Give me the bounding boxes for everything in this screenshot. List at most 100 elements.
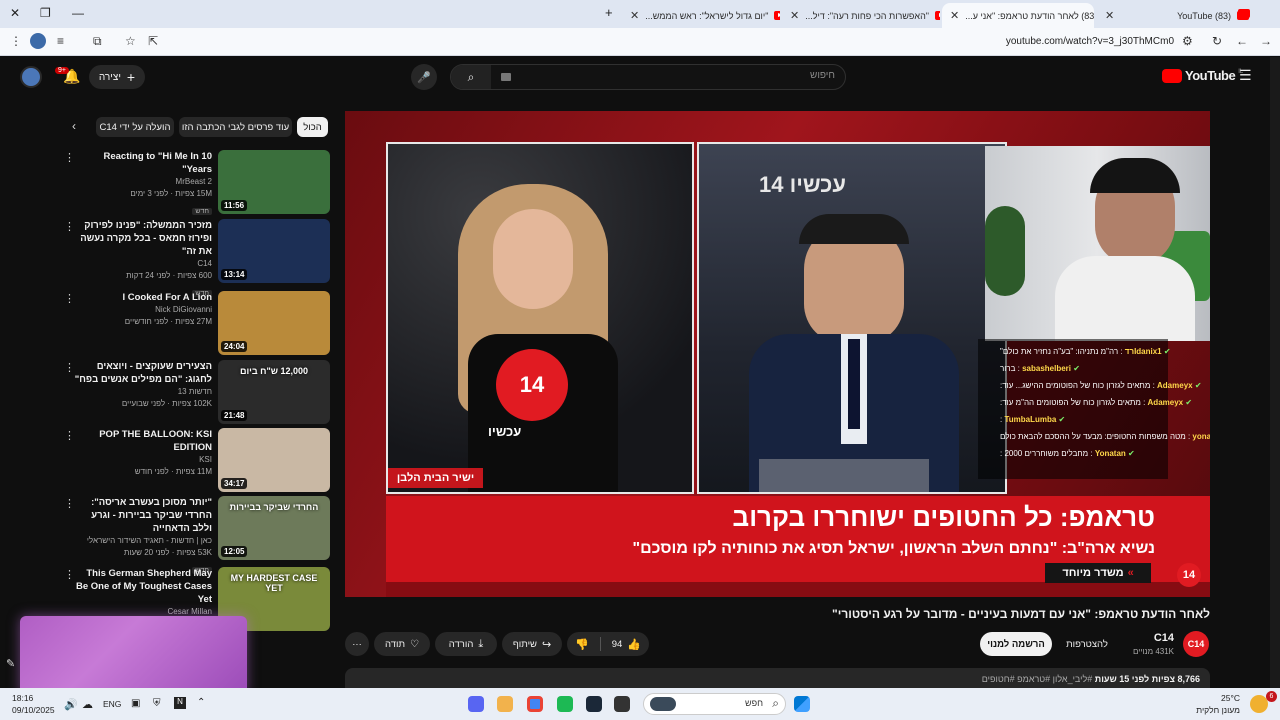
close-tab-icon[interactable]: ✕ bbox=[790, 9, 799, 22]
network-icon[interactable]: ☁ bbox=[82, 698, 93, 711]
recommendation-item[interactable]: ⋮ 11:56 Reacting to "Hi Me In 10 Years" MrB… bbox=[60, 150, 330, 215]
chip-related[interactable]: עוד פרסים לגבי הכתבה הזו bbox=[179, 117, 292, 137]
close-tab-icon[interactable]: ✕ bbox=[950, 9, 959, 22]
clock-time[interactable]: 18:16 bbox=[12, 693, 33, 703]
recommendation-title[interactable]: Reacting to "Hi Me In 10 Years" bbox=[74, 150, 213, 176]
video-thumbnail[interactable]: 34:17 bbox=[218, 428, 330, 492]
more-options-icon[interactable]: ⋮ bbox=[64, 429, 75, 442]
dislike-icon[interactable]: 👎 bbox=[575, 638, 589, 651]
recommendation-channel[interactable]: KSI bbox=[74, 454, 212, 466]
join-button[interactable]: להצטרפות bbox=[1057, 632, 1117, 656]
clock-date[interactable]: 09/10/2025 bbox=[12, 705, 55, 715]
account-avatar[interactable] bbox=[20, 66, 42, 88]
chip-all[interactable]: הכול bbox=[297, 117, 328, 137]
close-window-icon[interactable]: ✕ bbox=[10, 6, 20, 20]
video-thumbnail[interactable]: 24:04 bbox=[218, 291, 330, 355]
taskbar-search-input[interactable]: חפש bbox=[745, 698, 763, 708]
subscribe-button[interactable]: הרשמה למנוי bbox=[980, 632, 1052, 656]
chrome-app-icon[interactable] bbox=[527, 696, 543, 712]
weather-temperature[interactable]: 25°C bbox=[1221, 693, 1240, 703]
more-options-icon[interactable]: ⋮ bbox=[64, 220, 75, 233]
guide-menu-icon[interactable]: ☰ bbox=[1239, 67, 1252, 84]
forward-icon[interactable]: → bbox=[1260, 34, 1272, 48]
search-input[interactable]: חיפוש bbox=[810, 70, 835, 81]
discord-app-icon[interactable] bbox=[468, 696, 484, 712]
onenote-tray-icon[interactable]: N bbox=[174, 697, 186, 709]
recommendation-title[interactable]: POP THE BALLOON: KSI EDITION bbox=[74, 428, 212, 454]
terminal-app-icon[interactable] bbox=[614, 696, 630, 712]
channel-avatar[interactable]: C14 bbox=[1183, 631, 1209, 657]
reload-icon[interactable]: ↻ bbox=[1212, 34, 1222, 48]
tab-video-2[interactable]: "האפשרות הכי פחות רעה": דיל... ✕ bbox=[782, 3, 940, 28]
url-field[interactable]: youtube.com/watch?v=3_j30ThMCm0 bbox=[1006, 36, 1174, 47]
recommendation-item[interactable]: ⋮ 24:04 I Cooked For A Lion Nick DiGiovanni… bbox=[60, 291, 330, 355]
chips-scroll-left-icon[interactable]: ‹ bbox=[72, 119, 76, 133]
recommendation-title[interactable]: This German Shepherd May Be One of My To… bbox=[74, 567, 212, 606]
chip-from-channel[interactable]: הועלה על ידי C14 bbox=[96, 117, 174, 137]
language-indicator[interactable]: ENG bbox=[103, 699, 121, 709]
download-button[interactable]: ⤓ הורדה bbox=[435, 632, 497, 656]
recommendation-title[interactable]: I Cooked For A Lion bbox=[74, 291, 212, 304]
create-button[interactable]: יצירה + bbox=[89, 65, 145, 89]
video-thumbnail[interactable]: 11:56 bbox=[218, 150, 330, 214]
volume-icon[interactable]: 🔊 bbox=[64, 698, 78, 711]
more-actions-button[interactable]: ··· bbox=[345, 632, 369, 656]
recommendation-item[interactable]: ⋮ 12,000 ש"ח ביום 21:48 הצעירים שעוקצים - ו… bbox=[60, 360, 330, 424]
nvidia-tray-icon[interactable]: ▣ bbox=[131, 698, 140, 709]
recommendation-channel[interactable]: חדשות 13 bbox=[74, 386, 212, 398]
more-options-icon[interactable]: ⋮ bbox=[64, 292, 75, 305]
video-thumbnail[interactable]: החרדי שביקר בביירות 12:05 bbox=[218, 496, 330, 560]
more-options-icon[interactable]: ⋮ bbox=[64, 361, 75, 374]
files-app-icon[interactable] bbox=[497, 696, 513, 712]
back-icon[interactable]: ← bbox=[1236, 34, 1248, 48]
share-button[interactable]: ↪ שיתוף bbox=[502, 632, 562, 656]
weather-description[interactable]: מעונן חלקית bbox=[1196, 705, 1240, 715]
maximize-window-icon[interactable]: ❐ bbox=[40, 6, 51, 20]
bookmark-star-icon[interactable]: ☆ bbox=[125, 34, 136, 48]
media-control-icon[interactable]: ≡ bbox=[57, 34, 64, 48]
keyboard-icon[interactable] bbox=[501, 73, 511, 81]
recommendation-channel[interactable]: כאן | חדשות - תאגיד השידור הישראלי bbox=[74, 535, 212, 547]
thanks-button[interactable]: ♡ תודה bbox=[374, 632, 430, 656]
more-options-icon[interactable]: ⋮ bbox=[64, 151, 75, 164]
steam-app-icon[interactable] bbox=[586, 696, 602, 712]
site-settings-icon[interactable]: ⚙ bbox=[1182, 34, 1193, 48]
recommendation-channel[interactable]: Nick DiGiovanni bbox=[74, 304, 212, 316]
more-options-icon[interactable]: ⋮ bbox=[64, 497, 75, 510]
youtube-logo[interactable]: YouTube IL bbox=[1162, 68, 1243, 83]
video-thumbnail[interactable]: 12,000 ש"ח ביום 21:48 bbox=[218, 360, 330, 424]
tab-video-3[interactable]: "יום גדול לישראל": ראש הממש... ✕ bbox=[622, 3, 780, 28]
recommendation-title[interactable]: הצעירים שעוקצים - ויוצאים לחגוג: "הם מפי… bbox=[74, 360, 212, 386]
recommendation-title[interactable]: "יותר מסוכן בעשרב אריסה": החרדי שביקר בב… bbox=[74, 496, 212, 535]
search-button[interactable]: ⌕ bbox=[451, 65, 491, 89]
tab-youtube-home[interactable]: (83) YouTube ✕ bbox=[1097, 3, 1257, 28]
spotify-app-icon[interactable] bbox=[557, 696, 573, 712]
more-options-icon[interactable]: ⋮ bbox=[64, 568, 75, 581]
voice-search-icon[interactable]: 🎤 bbox=[411, 64, 437, 90]
install-app-icon[interactable]: ⇱ bbox=[148, 34, 158, 48]
profile-avatar[interactable] bbox=[30, 33, 46, 49]
menu-dots-icon[interactable]: ⋮ bbox=[10, 34, 22, 48]
floating-media-widget[interactable] bbox=[20, 616, 247, 696]
recommendation-item[interactable]: ⋮ החרדי שביקר בביירות 12:05 "יותר מסוכן בעש… bbox=[60, 496, 330, 574]
windows-start-icon[interactable] bbox=[794, 696, 810, 712]
taskbar-search-box[interactable]: חפש ⌕ bbox=[643, 693, 786, 715]
security-tray-icon[interactable]: ⛨ bbox=[153, 698, 161, 709]
hashtags[interactable]: #ליבי_אלון #טראמפ #חטופים bbox=[982, 674, 1092, 684]
page-scrollbar[interactable] bbox=[1270, 57, 1280, 688]
pencil-icon[interactable]: ✎ bbox=[6, 657, 15, 670]
close-tab-icon[interactable]: ✕ bbox=[1105, 9, 1114, 22]
tab-current-video[interactable]: (83) לאחר הודעת טראמפ: "אני ע... ✕ bbox=[942, 3, 1094, 28]
recommendation-channel[interactable]: C14 bbox=[74, 258, 212, 270]
recommendation-item[interactable]: ⋮ 34:17 POP THE BALLOON: KSI EDITION KSI 11M… bbox=[60, 428, 330, 492]
extensions-icon[interactable]: ⧉ bbox=[93, 34, 102, 49]
new-tab-icon[interactable]: + bbox=[605, 5, 613, 20]
minimize-window-icon[interactable]: — bbox=[72, 6, 84, 20]
recommendation-channel[interactable]: MrBeast 2 bbox=[74, 176, 212, 188]
recommendation-item[interactable]: ⋮ 13:14 מזכיר הממשלה: "פנינו לפירוק ופירוז… bbox=[60, 219, 330, 297]
recommendation-title[interactable]: מזכיר הממשלה: "פנינו לפירוק ופירוז חמאס … bbox=[74, 219, 212, 258]
like-icon[interactable]: 👍 bbox=[627, 638, 641, 651]
close-tab-icon[interactable]: ✕ bbox=[630, 9, 639, 22]
channel-name[interactable]: C14 bbox=[1154, 632, 1174, 644]
video-player[interactable]: 14 עכשיו ישיר הבית הלבן עכשיו 14 טראמפ: … bbox=[345, 111, 1210, 597]
